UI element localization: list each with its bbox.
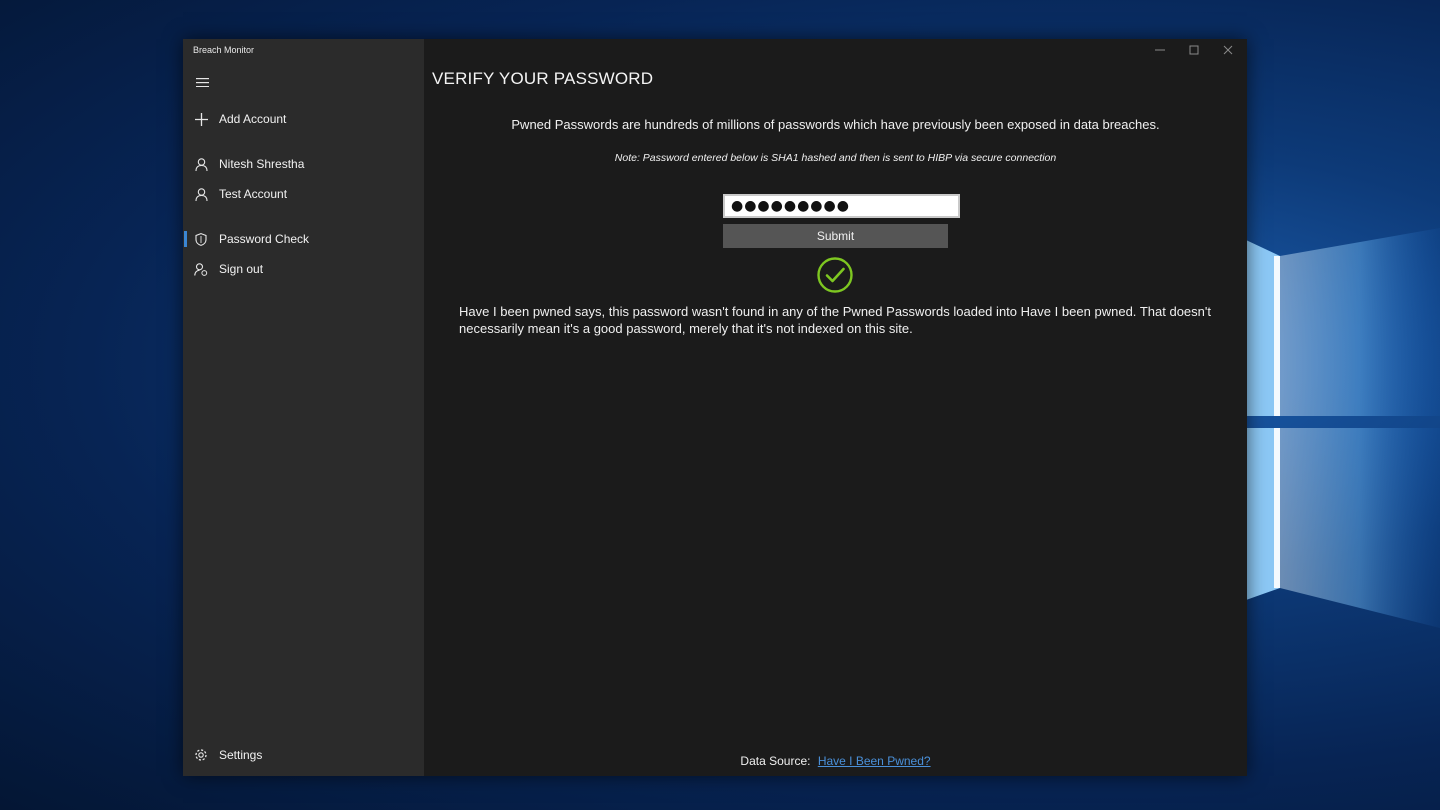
- nav-settings[interactable]: Settings: [183, 741, 424, 769]
- intro-text: Pwned Passwords are hundreds of millions…: [511, 117, 1160, 132]
- close-button[interactable]: [1211, 41, 1245, 59]
- result-text: Have I been pwned says, this password wa…: [459, 304, 1211, 336]
- person-icon: [183, 187, 219, 201]
- maximize-icon: [1189, 45, 1199, 55]
- note-text: Note: Password entered below is SHA1 has…: [614, 152, 1057, 164]
- minimize-icon: [1155, 49, 1165, 51]
- password-input[interactable]: [723, 194, 960, 218]
- hamburger-icon: [195, 77, 209, 87]
- hamburger-menu-button[interactable]: [189, 71, 215, 93]
- data-source-label: Data Source:: [740, 754, 811, 768]
- nav-label: Add Account: [219, 112, 287, 126]
- hibp-link[interactable]: Have I Been Pwned?: [818, 754, 931, 768]
- submit-button[interactable]: Submit: [723, 224, 948, 248]
- gear-icon: [183, 748, 219, 762]
- nav-account-nitesh-shrestha[interactable]: Nitesh Shrestha: [183, 150, 424, 178]
- nav-label: Settings: [219, 748, 263, 762]
- nav-label: Sign out: [219, 262, 264, 276]
- nav-account-test-account[interactable]: Test Account: [183, 180, 424, 208]
- nav-label: Nitesh Shrestha: [219, 157, 305, 171]
- app-window: Breach Monitor Add Account Nitesh Shrest…: [183, 39, 1247, 776]
- minimize-button[interactable]: [1143, 41, 1177, 59]
- close-icon: [1223, 45, 1233, 55]
- nav-add-account[interactable]: Add Account: [183, 105, 424, 133]
- plus-icon: [183, 112, 219, 126]
- data-source-footer: Data Source: Have I Been Pwned?: [424, 754, 1247, 768]
- nav-label: Test Account: [219, 187, 288, 201]
- person-icon: [183, 157, 219, 171]
- nav-label: Password Check: [219, 232, 310, 246]
- navigation-pane: Breach Monitor Add Account Nitesh Shrest…: [183, 39, 424, 776]
- check-circle-icon: [817, 257, 853, 293]
- window-title: Breach Monitor: [193, 45, 255, 55]
- content-pane: VERIFY YOUR PASSWORD Pwned Passwords are…: [424, 39, 1247, 776]
- maximize-button[interactable]: [1177, 41, 1211, 59]
- nav-password-check[interactable]: Password Check: [183, 225, 424, 253]
- sign-out-icon: [183, 262, 219, 276]
- shield-icon: [183, 232, 219, 246]
- windows-logo-background: [1246, 228, 1440, 628]
- nav-sign-out[interactable]: Sign out: [183, 255, 424, 283]
- page-title: VERIFY YOUR PASSWORD: [432, 69, 654, 88]
